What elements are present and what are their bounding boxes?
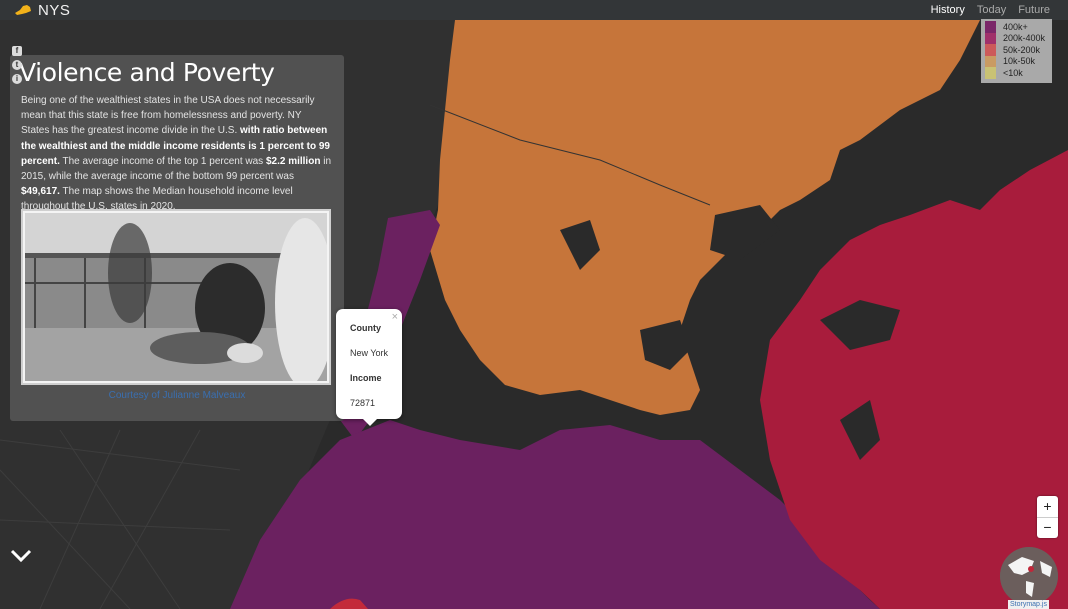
popup-field-value: 72871 — [350, 398, 376, 408]
nav-future[interactable]: Future — [1018, 4, 1050, 16]
legend-label: <10k — [1003, 67, 1023, 78]
body-bold: $49,617. — [21, 186, 60, 198]
zoom-control: + − — [1037, 496, 1058, 538]
top-nav: History Today Future — [931, 0, 1050, 20]
twitter-icon[interactable]: t — [12, 60, 22, 70]
facebook-icon[interactable]: f — [12, 46, 22, 56]
legend-item: 400k+ — [985, 21, 1052, 33]
popup-field-label: Income — [350, 373, 382, 383]
legend-label: 200k-400k — [1003, 33, 1046, 44]
nys-logo-icon — [15, 5, 31, 15]
popup-tip — [363, 419, 377, 426]
legend-item: 10k-50k — [985, 55, 1052, 67]
legend-item: <10k — [985, 67, 1052, 79]
legend-label: 10k-50k — [1003, 56, 1036, 67]
story-panel: Violence and Poverty Being one of the we… — [10, 55, 344, 421]
zoom-in-button[interactable]: + — [1037, 496, 1058, 517]
panel-body: Being one of the wealthiest states in th… — [21, 93, 331, 215]
legend-item: 50k-200k — [985, 44, 1052, 56]
brand[interactable]: NYS — [14, 0, 70, 20]
nav-today[interactable]: Today — [977, 4, 1006, 16]
body-text: The average income of the top 1 percent … — [59, 155, 266, 167]
chevron-down-icon[interactable] — [10, 548, 32, 564]
storymap-attribution[interactable]: Storymap.js — [1008, 600, 1049, 609]
legend-label: 50k-200k — [1003, 44, 1041, 55]
top-bar: NYS History Today Future — [0, 0, 1068, 20]
panel-title: Violence and Poverty — [19, 58, 275, 87]
county-popup: × County New York Income 72871 — [336, 309, 402, 426]
globe-icon[interactable] — [1000, 547, 1058, 605]
map-legend: 400k+ 200k-400k 50k-200k 10k-50k <10k — [981, 19, 1052, 83]
info-icon[interactable]: i — [12, 74, 22, 84]
popup-field-label: County — [350, 323, 381, 333]
nav-history[interactable]: History — [931, 4, 965, 16]
popup-field-value: New York — [350, 348, 389, 358]
legend-label: 400k+ — [1003, 21, 1028, 32]
photo-caption-link[interactable]: Courtesy of Julianne Malveaux — [10, 390, 344, 401]
story-photo — [21, 209, 331, 385]
body-bold: $2.2 million — [265, 155, 321, 167]
zoom-out-button[interactable]: − — [1037, 517, 1058, 538]
close-icon[interactable]: × — [392, 311, 398, 323]
app-title: NYS — [38, 1, 71, 19]
legend-item: 200k-400k — [985, 32, 1052, 44]
